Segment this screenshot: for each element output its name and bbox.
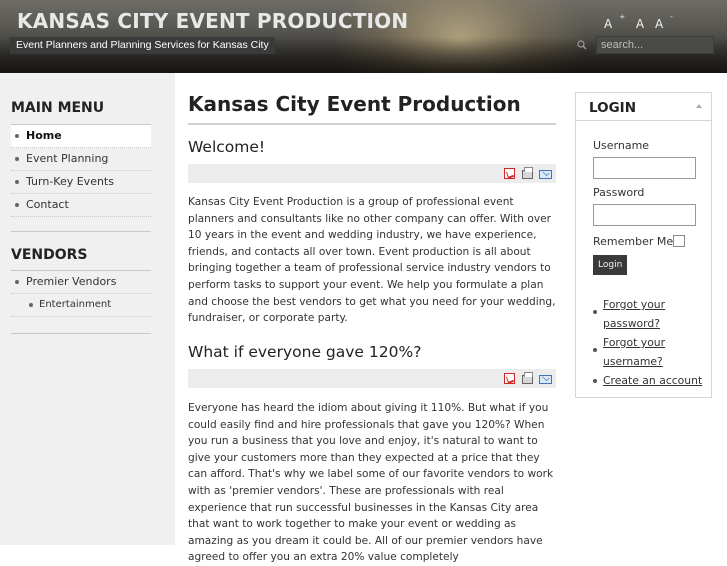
bullet-icon (593, 348, 597, 352)
bullet-icon (15, 280, 19, 284)
font-increase-button[interactable]: A + (604, 13, 625, 31)
link-line: Forgot your (603, 298, 666, 311)
menu-item-label: Premier Vendors (26, 275, 117, 288)
menu-item-contact[interactable]: Contact (11, 194, 151, 217)
page-title: Kansas City Event Production (188, 92, 521, 116)
section-divider (11, 231, 151, 232)
bullet-icon (15, 203, 19, 207)
print-icon[interactable] (522, 167, 533, 179)
link-line: Forgot your (603, 336, 666, 349)
site-header: KANSAS CITY EVENT PRODUCTION Event Plann… (0, 0, 727, 73)
menu-item-label: Home (26, 129, 62, 142)
password-label: Password (593, 186, 645, 199)
title-divider (188, 123, 556, 125)
article-title[interactable]: Welcome! (188, 138, 265, 156)
username-label: Username (593, 139, 650, 152)
article-body: Kansas City Event Production is a group … (188, 196, 556, 325)
menu-item-entertainment[interactable]: Entertainment (11, 294, 151, 317)
bullet-icon (29, 303, 33, 307)
bullet-icon (15, 134, 19, 138)
password-field[interactable] (593, 204, 696, 226)
username-field[interactable] (593, 157, 696, 179)
create-account-link[interactable]: Create an account (603, 374, 702, 387)
font-size-controls: A + A A- (604, 13, 680, 31)
main-menu: Home Event Planning Turn-Key Events Cont… (11, 125, 151, 217)
login-divider (576, 120, 711, 121)
link-line: username? (603, 355, 663, 368)
article-title[interactable]: What if everyone gave 120%? (188, 343, 421, 361)
menu-item-label: Event Planning (26, 152, 109, 165)
font-decrease-button[interactable]: A- (655, 13, 673, 31)
vendors-title: VENDORS (11, 247, 88, 263)
menu-item-event-planning[interactable]: Event Planning (11, 148, 151, 171)
menu-item-label: Entertainment (39, 299, 112, 310)
search-input[interactable] (596, 36, 714, 54)
login-links: Forgot your password? Forgot your username… (593, 295, 711, 390)
bullet-icon (15, 180, 19, 184)
site-slogan: Event Planners and Planning Services for… (10, 37, 275, 54)
menu-item-label: Turn-Key Events (26, 175, 114, 188)
pdf-icon[interactable] (504, 373, 515, 384)
search-icon (577, 40, 587, 50)
site-title[interactable]: KANSAS CITY EVENT PRODUCTION (17, 9, 408, 33)
login-button[interactable]: Login (593, 255, 628, 275)
email-icon[interactable] (539, 170, 552, 179)
forgot-username-item: Forgot your username? (593, 333, 711, 371)
remember-me-checkbox[interactable] (673, 235, 685, 247)
collapse-icon[interactable] (696, 104, 702, 108)
bullet-icon (593, 379, 597, 383)
article-body: Everyone has heard the idiom about givin… (188, 402, 554, 564)
menu-item-label: Contact (26, 198, 69, 211)
forgot-username-link[interactable]: Forgot your username? (603, 336, 665, 368)
vendors-menu: Premier Vendors Entertainment (11, 271, 151, 317)
font-reset-button[interactable]: A (636, 17, 644, 31)
article-toolbar (188, 164, 556, 183)
main-menu-title: MAIN MENU (11, 100, 105, 116)
menu-item-home[interactable]: Home (11, 125, 151, 148)
print-icon[interactable] (522, 372, 533, 384)
section-divider (11, 333, 151, 334)
email-icon[interactable] (539, 375, 552, 384)
article-toolbar (188, 369, 556, 388)
create-account-item: Create an account (593, 371, 711, 390)
forgot-password-item: Forgot your password? (593, 295, 711, 333)
bullet-icon (15, 157, 19, 161)
remember-me-label: Remember Me (593, 235, 674, 248)
pdf-icon[interactable] (504, 168, 515, 179)
login-title: LOGIN (589, 100, 636, 116)
left-sidebar: MAIN MENU Home Event Planning Turn-Key E… (0, 73, 175, 545)
menu-item-turn-key-events[interactable]: Turn-Key Events (11, 171, 151, 194)
bullet-icon (593, 310, 597, 314)
forgot-password-link[interactable]: Forgot your password? (603, 298, 665, 330)
link-line: password? (603, 317, 660, 330)
login-module: LOGIN Username Password Remember Me Logi… (575, 92, 712, 398)
menu-item-premier-vendors[interactable]: Premier Vendors (11, 271, 151, 294)
